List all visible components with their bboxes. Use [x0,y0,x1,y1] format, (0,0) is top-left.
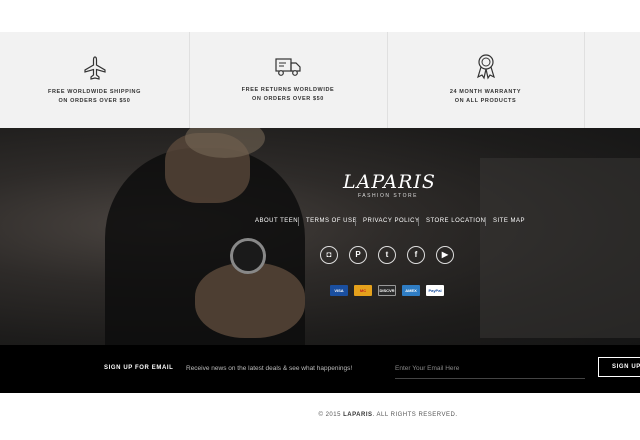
mastercard-icon: MC [354,285,372,296]
signup-title: SIGN UP FOR EMAIL [104,365,174,371]
feature-returns-line2: ON ORDERS OVER $50 [252,96,324,102]
feature-partial [584,32,640,128]
top-strip [0,0,640,32]
footer-link-terms[interactable]: TERMS OF USE [306,218,357,224]
feature-returns-line1: FREE RETURNS WORLDWIDE [241,87,335,93]
email-field[interactable] [395,358,585,379]
brand-tagline: FASHION STORE [358,193,418,199]
amex-icon: AMEX [402,285,420,296]
truck-icon [275,58,301,76]
paypal-icon: PayPal [426,285,444,296]
footer-link-privacy[interactable]: PRIVACY POLICY [363,218,419,224]
signup-button[interactable]: SIGN UP [598,357,640,377]
features-bar: FREE WORLDWIDE SHIPPING ON ORDERS OVER $… [0,32,640,128]
feature-shipping-line2: ON ORDERS OVER $50 [58,98,131,104]
copyright-brand: LAPARIS [343,412,373,418]
facebook-icon[interactable]: f [407,246,425,264]
feature-shipping-line1: FREE WORLDWIDE SHIPPING [48,89,141,95]
link-divider [298,217,299,226]
feature-warranty: 24 MONTH WARRANTY ON ALL PRODUCTS [387,32,585,128]
feature-warranty-line2: ON ALL PRODUCTS [454,98,517,104]
signup-description: Receive news on the latest deals & see w… [186,365,353,372]
copyright-text: © 2015 LAPARIS. ALL RIGHTS RESERVED. [0,412,640,418]
discover-icon: DISCVR [378,285,396,296]
feature-warranty-line1: 24 MONTH WARRANTY [449,89,522,95]
brand-name: LAPARIS [343,171,436,193]
link-divider [485,217,486,226]
footer-link-site-map[interactable]: SITE MAP [493,218,525,224]
visa-icon: VISA [330,285,348,296]
airplane-icon [83,56,106,80]
award-ribbon-icon [476,54,495,80]
feature-returns: FREE RETURNS WORLDWIDE ON ORDERS OVER $5… [189,32,388,128]
feature-shipping: FREE WORLDWIDE SHIPPING ON ORDERS OVER $… [0,32,190,128]
copyright-prefix: © 2015 [318,412,344,418]
copyright-suffix: . ALL RIGHTS RESERVED. [372,412,458,418]
twitter-icon[interactable]: t [378,246,396,264]
footer-link-store-location[interactable]: STORE LOCATION [426,218,485,224]
footer-link-about[interactable]: ABOUT TEEN [255,218,298,224]
instagram-icon[interactable]: ◘ [320,246,338,264]
pinterest-icon[interactable]: P [349,246,367,264]
link-divider [418,217,419,226]
newsletter-bar: SIGN UP FOR EMAIL Receive news on the la… [0,345,640,393]
footer-background-photo [0,128,640,345]
link-divider [355,217,356,226]
youtube-icon[interactable]: ▶ [436,246,454,264]
footer-logo[interactable]: LAPARIS FASHION STORE [343,171,436,199]
